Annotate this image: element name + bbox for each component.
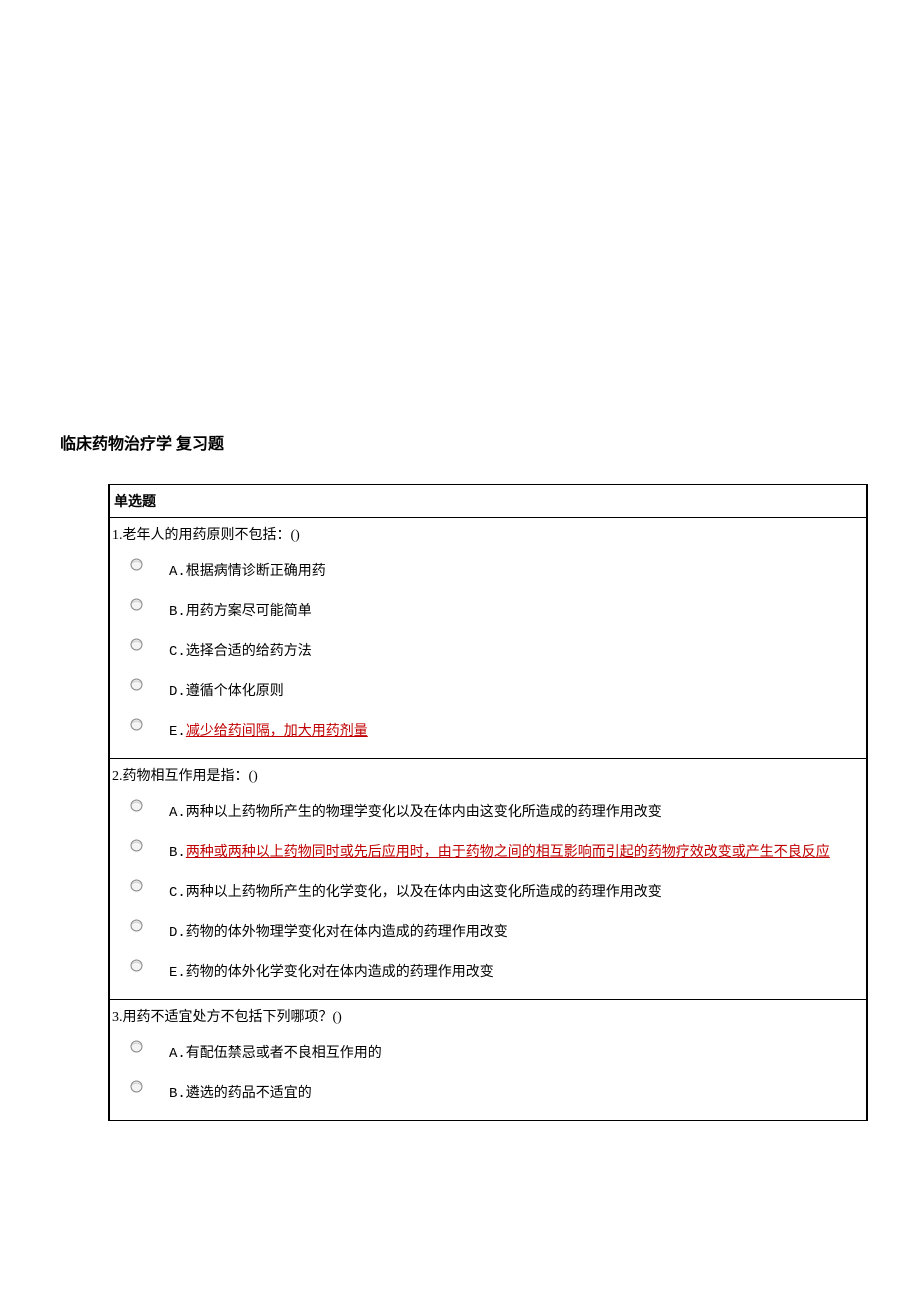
question-block: 3.用药不适宜处方不包括下列哪项？() A.有配伍禁忌或者不良相互作用的 B.遴选的… [109, 1000, 867, 1121]
radio-icon[interactable] [130, 919, 143, 932]
question-stem: 3.用药不适宜处方不包括下列哪项？() [110, 1000, 866, 1032]
option-label: E.减少给药间隔，加大用药剂量 [169, 720, 368, 740]
option-row: A.根据病情诊断正确用药 [110, 550, 866, 590]
option-row: C.选择合适的给药方法 [110, 630, 866, 670]
option-label: B.两种或两种以上药物同时或先后应用时，由于药物之间的相互影响而引起的药物疗效改… [169, 841, 830, 861]
question-block: 2.药物相互作用是指：() A.两种以上药物所产生的物理学变化以及在体内由这变化所… [109, 759, 867, 1000]
radio-icon[interactable] [130, 598, 143, 611]
radio-icon[interactable] [130, 959, 143, 972]
option-label: B.遴选的药品不适宜的 [169, 1082, 312, 1102]
section-header: 单选题 [109, 485, 867, 518]
answer-text: 减少给药间隔，加大用药剂量 [186, 724, 368, 740]
radio-icon[interactable] [130, 678, 143, 691]
option-row: A.有配伍禁忌或者不良相互作用的 [110, 1032, 866, 1072]
option-label: E.药物的体外化学变化对在体内造成的药理作用改变 [169, 961, 494, 981]
option-label: C.两种以上药物所产生的化学变化，以及在体内由这变化所造成的药理作用改变 [169, 881, 662, 901]
quiz-table: 单选题 1.老年人的用药原则不包括：() A.根据病情诊断正确用药 B.用药方案尽可… [108, 484, 868, 1121]
radio-icon[interactable] [130, 839, 143, 852]
question-stem: 1.老年人的用药原则不包括：() [110, 518, 866, 550]
option-label: B.用药方案尽可能简单 [169, 600, 312, 620]
radio-icon[interactable] [130, 799, 143, 812]
option-label: A.有配伍禁忌或者不良相互作用的 [169, 1042, 382, 1062]
radio-icon[interactable] [130, 638, 143, 651]
option-label: A.两种以上药物所产生的物理学变化以及在体内由这变化所造成的药理作用改变 [169, 801, 662, 821]
option-label: A.根据病情诊断正确用药 [169, 560, 326, 580]
radio-icon[interactable] [130, 1080, 143, 1093]
option-label: C.选择合适的给药方法 [169, 640, 312, 660]
option-row: E.减少给药间隔，加大用药剂量 [110, 710, 866, 750]
answer-text: 两种或两种以上药物同时或先后应用时，由于药物之间的相互影响而引起的药物疗效改变或… [186, 845, 830, 861]
radio-icon[interactable] [130, 718, 143, 731]
page-title: 临床药物治疗学 复习题 [60, 430, 860, 454]
radio-icon[interactable] [130, 879, 143, 892]
radio-icon[interactable] [130, 1040, 143, 1053]
option-row: B.遴选的药品不适宜的 [110, 1072, 866, 1112]
question-stem: 2.药物相互作用是指：() [110, 759, 866, 791]
option-row: B.两种或两种以上药物同时或先后应用时，由于药物之间的相互影响而引起的药物疗效改… [110, 831, 866, 871]
option-row: C.两种以上药物所产生的化学变化，以及在体内由这变化所造成的药理作用改变 [110, 871, 866, 911]
question-block: 1.老年人的用药原则不包括：() A.根据病情诊断正确用药 B.用药方案尽可能简单 C… [109, 518, 867, 759]
option-label: D.遵循个体化原则 [169, 680, 284, 700]
radio-icon[interactable] [130, 558, 143, 571]
option-row: A.两种以上药物所产生的物理学变化以及在体内由这变化所造成的药理作用改变 [110, 791, 866, 831]
option-row: B.用药方案尽可能简单 [110, 590, 866, 630]
option-row: D.药物的体外物理学变化对在体内造成的药理作用改变 [110, 911, 866, 951]
option-row: E.药物的体外化学变化对在体内造成的药理作用改变 [110, 951, 866, 991]
option-row: D.遵循个体化原则 [110, 670, 866, 710]
option-label: D.药物的体外物理学变化对在体内造成的药理作用改变 [169, 921, 508, 941]
